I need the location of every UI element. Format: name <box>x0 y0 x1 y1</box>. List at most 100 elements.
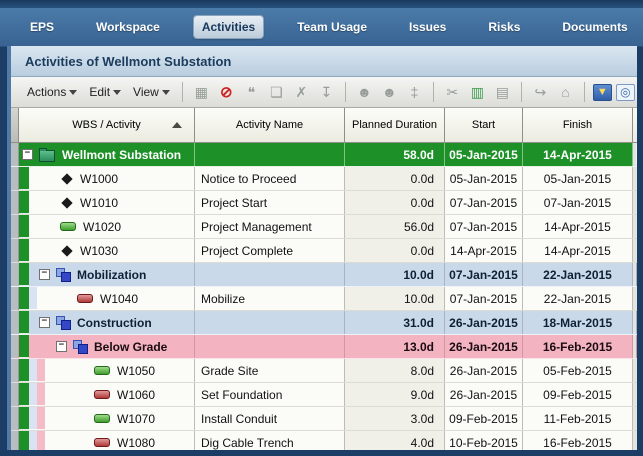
planned-duration-cell[interactable]: 58.0d <box>345 143 445 166</box>
tab-risks[interactable]: Risks <box>480 16 528 38</box>
paste-icon[interactable]: ▤ <box>492 82 513 103</box>
column-header-wbs[interactable]: WBS / Activity <box>19 108 195 142</box>
planned-duration-cell[interactable]: 0.0d <box>345 239 445 262</box>
activity-name-cell[interactable] <box>195 263 345 286</box>
row-gutter[interactable] <box>11 311 19 334</box>
wbs-cell[interactable]: W1080 <box>19 431 195 450</box>
wbs-cell[interactable]: −Wellmont Substation <box>19 143 195 166</box>
row-gutter[interactable] <box>11 215 19 238</box>
row-gutter[interactable] <box>11 143 19 166</box>
finish-cell[interactable]: 16-Feb-2015 <box>523 335 633 358</box>
planned-duration-cell[interactable]: 10.0d <box>345 287 445 310</box>
finish-cell[interactable]: 07-Jan-2015 <box>523 191 633 214</box>
table-row[interactable]: W1050Grade Site8.0d26-Jan-201505-Feb-201… <box>11 359 637 383</box>
finish-cell[interactable]: 14-Apr-2015 <box>523 143 633 166</box>
start-cell[interactable]: 07-Jan-2015 <box>445 191 523 214</box>
finish-cell[interactable]: 05-Feb-2015 <box>523 359 633 382</box>
finish-cell[interactable]: 09-Feb-2015 <box>523 383 633 406</box>
no-access-icon[interactable]: ⊘ <box>216 82 237 103</box>
planned-duration-cell[interactable]: 3.0d <box>345 407 445 430</box>
start-cell[interactable]: 14-Apr-2015 <box>445 239 523 262</box>
wbs-cell[interactable]: W1010 <box>19 191 195 214</box>
activity-name-cell[interactable]: Project Complete <box>195 239 345 262</box>
tab-workspace[interactable]: Workspace <box>88 16 168 38</box>
start-cell[interactable]: 05-Jan-2015 <box>445 167 523 190</box>
row-gutter[interactable] <box>11 191 19 214</box>
add-resource-icon[interactable]: ☻ <box>379 82 400 103</box>
finish-cell[interactable]: 22-Jan-2015 <box>523 263 633 286</box>
activity-name-cell[interactable] <box>195 143 345 166</box>
activity-name-cell[interactable]: Notice to Proceed <box>195 167 345 190</box>
start-cell[interactable]: 26-Jan-2015 <box>445 383 523 406</box>
tab-eps[interactable]: EPS <box>22 16 62 38</box>
activity-name-cell[interactable]: Set Foundation <box>195 383 345 406</box>
finish-cell[interactable]: 11-Feb-2015 <box>523 407 633 430</box>
column-header-start[interactable]: Start <box>445 108 523 142</box>
menu-actions[interactable]: Actions <box>23 82 81 102</box>
copy-icon[interactable]: ▥ <box>467 82 488 103</box>
start-cell[interactable]: 07-Jan-2015 <box>445 215 523 238</box>
activity-name-cell[interactable] <box>195 311 345 334</box>
planned-duration-cell[interactable]: 0.0d <box>345 167 445 190</box>
table-row[interactable]: W1030Project Complete0.0d14-Apr-201514-A… <box>11 239 637 263</box>
tab-team-usage[interactable]: Team Usage <box>289 16 375 38</box>
table-row[interactable]: W1020Project Management56.0d07-Jan-20151… <box>11 215 637 239</box>
start-cell[interactable]: 10-Feb-2015 <box>445 431 523 450</box>
activity-name-cell[interactable]: Mobilize <box>195 287 345 310</box>
resource-icon[interactable]: ☻ <box>354 82 375 103</box>
planned-duration-cell[interactable]: 56.0d <box>345 215 445 238</box>
cut-icon[interactable]: ✂ <box>442 82 463 103</box>
table-row[interactable]: W1040Mobilize10.0d07-Jan-201522-Jan-2015 <box>11 287 637 311</box>
home-icon[interactable]: ⌂ <box>555 82 576 103</box>
wbs-cell[interactable]: W1070 <box>19 407 195 430</box>
fill-down-icon[interactable]: ▼ <box>593 84 612 101</box>
start-cell[interactable]: 09-Feb-2015 <box>445 407 523 430</box>
table-row[interactable]: W1070Install Conduit3.0d09-Feb-201511-Fe… <box>11 407 637 431</box>
table-row[interactable]: −Construction31.0d26-Jan-201518-Mar-2015 <box>11 311 637 335</box>
collapse-toggle[interactable]: − <box>22 149 33 160</box>
finish-cell[interactable]: 14-Apr-2015 <box>523 239 633 262</box>
start-cell[interactable]: 05-Jan-2015 <box>445 143 523 166</box>
start-cell[interactable]: 07-Jan-2015 <box>445 287 523 310</box>
dissolve-icon[interactable]: ↧ <box>316 82 337 103</box>
planned-duration-cell[interactable]: 10.0d <box>345 263 445 286</box>
wbs-cell[interactable]: −Construction <box>19 311 195 334</box>
planned-duration-cell[interactable]: 0.0d <box>345 191 445 214</box>
planned-duration-cell[interactable]: 13.0d <box>345 335 445 358</box>
table-row[interactable]: W1080Dig Cable Trench4.0d10-Feb-201516-F… <box>11 431 637 450</box>
start-cell[interactable]: 26-Jan-2015 <box>445 335 523 358</box>
wbs-cell[interactable]: W1000 <box>19 167 195 190</box>
row-gutter[interactable] <box>11 167 19 190</box>
table-row[interactable]: −Mobilization10.0d07-Jan-201522-Jan-2015 <box>11 263 637 287</box>
table-row[interactable]: W1010Project Start0.0d07-Jan-201507-Jan-… <box>11 191 637 215</box>
collapse-toggle[interactable]: − <box>39 269 50 280</box>
add-icon[interactable]: ▦ <box>191 82 212 103</box>
collapse-toggle[interactable]: − <box>56 341 67 352</box>
wbs-cell[interactable]: W1030 <box>19 239 195 262</box>
wbs-cell[interactable]: W1050 <box>19 359 195 382</box>
planned-duration-cell[interactable]: 4.0d <box>345 431 445 450</box>
activity-name-cell[interactable]: Grade Site <box>195 359 345 382</box>
menu-edit[interactable]: Edit <box>85 82 125 102</box>
tab-activities[interactable]: Activities <box>194 16 263 38</box>
activity-name-cell[interactable]: Install Conduit <box>195 407 345 430</box>
sort-ascending-icon[interactable] <box>172 122 182 128</box>
column-header-finish[interactable]: Finish <box>523 108 633 142</box>
table-row[interactable]: W1060Set Foundation9.0d26-Jan-201509-Feb… <box>11 383 637 407</box>
finish-cell[interactable]: 05-Jan-2015 <box>523 167 633 190</box>
planned-duration-cell[interactable]: 8.0d <box>345 359 445 382</box>
start-cell[interactable]: 26-Jan-2015 <box>445 359 523 382</box>
table-row[interactable]: W1000Notice to Proceed0.0d05-Jan-201505-… <box>11 167 637 191</box>
wbs-cell[interactable]: W1060 <box>19 383 195 406</box>
delete-icon[interactable]: ✗ <box>291 82 312 103</box>
link-icon[interactable]: ↪ <box>530 82 551 103</box>
tab-issues[interactable]: Issues <box>401 16 454 38</box>
activity-name-cell[interactable]: Project Management <box>195 215 345 238</box>
wbs-cell[interactable]: −Mobilization <box>19 263 195 286</box>
comment-icon[interactable]: ❝ <box>241 82 262 103</box>
row-gutter[interactable] <box>11 407 19 430</box>
column-header-dur[interactable]: Planned Duration <box>345 108 445 142</box>
row-gutter[interactable] <box>11 431 19 450</box>
planned-duration-cell[interactable]: 9.0d <box>345 383 445 406</box>
finish-cell[interactable]: 22-Jan-2015 <box>523 287 633 310</box>
